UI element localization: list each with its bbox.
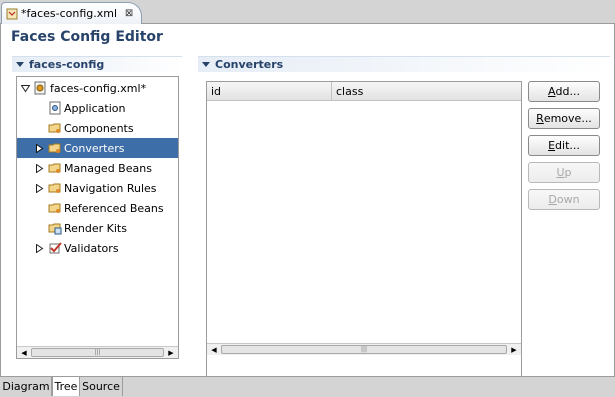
up-button-label: p — [564, 166, 572, 179]
folder-icon — [48, 203, 61, 213]
tab-source[interactable]: Source — [80, 377, 123, 396]
expand-arrow-icon[interactable] — [35, 144, 44, 153]
down-button-label: own — [556, 193, 580, 206]
section-title: Converters — [215, 58, 284, 71]
validator-check-icon — [49, 242, 62, 254]
tab-tree[interactable]: Tree — [52, 377, 80, 396]
edit-button-mnemonic: E — [548, 139, 556, 152]
scrollbar-thumb[interactable]: ||| — [221, 345, 507, 354]
tree-item-application[interactable]: Application — [17, 98, 178, 118]
scrollbar-thumb[interactable]: ||| — [31, 348, 164, 357]
up-button[interactable]: Up — [528, 162, 600, 183]
folder-icon — [48, 123, 61, 133]
tree-item-label: Application — [64, 101, 126, 115]
folder-icon — [48, 143, 61, 153]
scroll-left-arrow-icon[interactable]: ◀ — [18, 347, 30, 358]
converters-section-header[interactable]: Converters — [198, 56, 610, 72]
render-kit-icon — [48, 223, 62, 235]
editor-page-tabs: Diagram Tree Source — [0, 376, 615, 397]
tree-root-label: faces-config.xml* — [50, 81, 147, 95]
tree-item-label: Referenced Beans — [64, 201, 164, 215]
tree-item-label: Converters — [64, 141, 125, 155]
expand-arrow-icon[interactable] — [35, 164, 44, 173]
folder-icon — [48, 183, 61, 193]
edit-button-label: dit... — [555, 139, 580, 152]
editor-tab-bar: *faces-config.xml ⊠ — [0, 0, 615, 24]
faces-config-editor: Faces Config Editor faces-config Convert… — [0, 24, 615, 379]
tree-item-label: Managed Beans — [64, 161, 152, 175]
converters-table[interactable]: id class ◀ ||| ▶ — [206, 81, 522, 379]
column-header-class[interactable]: class — [332, 82, 521, 101]
remove-button[interactable]: Remove... — [528, 108, 600, 129]
tree-item-render-kits[interactable]: Render Kits — [17, 218, 178, 238]
faces-config-section-header[interactable]: faces-config — [12, 56, 182, 72]
faces-config-file-icon — [34, 81, 46, 95]
collapse-arrow-icon[interactable] — [21, 84, 30, 93]
tree-item-label: Render Kits — [64, 221, 127, 235]
add-button-mnemonic: A — [548, 85, 556, 98]
column-header-id[interactable]: id — [207, 82, 332, 101]
table-header: id class — [207, 82, 521, 101]
tree-item-validators[interactable]: Validators — [17, 238, 178, 258]
tree-item-referenced-beans[interactable]: Referenced Beans — [17, 198, 178, 218]
tree-item-label: Navigation Rules — [64, 181, 157, 195]
tree-root[interactable]: faces-config.xml* — [17, 78, 178, 98]
expand-arrow-icon[interactable] — [35, 184, 44, 193]
tree-horizontal-scrollbar[interactable]: ◀ ||| ▶ — [17, 346, 178, 358]
tree-item-converters[interactable]: Converters — [17, 138, 178, 158]
scroll-left-arrow-icon[interactable]: ◀ — [208, 344, 220, 355]
add-button-label: dd... — [555, 85, 580, 98]
up-button-mnemonic: U — [556, 166, 565, 179]
edit-button[interactable]: Edit... — [528, 135, 600, 156]
scrollbar-grip: ||| — [360, 346, 368, 353]
scroll-right-arrow-icon[interactable]: ▶ — [508, 344, 520, 355]
expand-arrow-icon[interactable] — [35, 244, 44, 253]
editor-tab-label: *faces-config.xml — [21, 7, 118, 20]
editor-tab-faces-config[interactable]: *faces-config.xml ⊠ — [1, 2, 142, 24]
tree-item-label: Validators — [64, 241, 119, 255]
xml-file-icon — [6, 8, 18, 19]
application-icon — [49, 101, 61, 115]
collapse-triangle-icon — [16, 61, 24, 67]
tree-item-label: Components — [64, 121, 134, 135]
faces-config-tree[interactable]: faces-config.xml* Application Components… — [16, 76, 179, 359]
remove-button-mnemonic: R — [536, 112, 544, 125]
folder-icon — [48, 163, 61, 173]
down-button-mnemonic: D — [548, 193, 557, 206]
page-title: Faces Config Editor — [11, 29, 163, 45]
tree-item-components[interactable]: Components — [17, 118, 178, 138]
remove-button-label: emove... — [543, 112, 592, 125]
collapse-triangle-icon — [202, 61, 210, 67]
section-title: faces-config — [29, 58, 105, 71]
down-button[interactable]: Down — [528, 189, 600, 210]
tab-diagram[interactable]: Diagram — [1, 377, 52, 396]
add-button[interactable]: Add... — [528, 81, 600, 102]
close-icon[interactable]: ⊠ — [123, 8, 135, 19]
table-horizontal-scrollbar[interactable]: ◀ ||| ▶ — [207, 343, 521, 355]
scroll-right-arrow-icon[interactable]: ▶ — [165, 347, 177, 358]
tree-item-navigation-rules[interactable]: Navigation Rules — [17, 178, 178, 198]
scrollbar-grip: ||| — [94, 349, 101, 356]
tree-item-managed-beans[interactable]: Managed Beans — [17, 158, 178, 178]
